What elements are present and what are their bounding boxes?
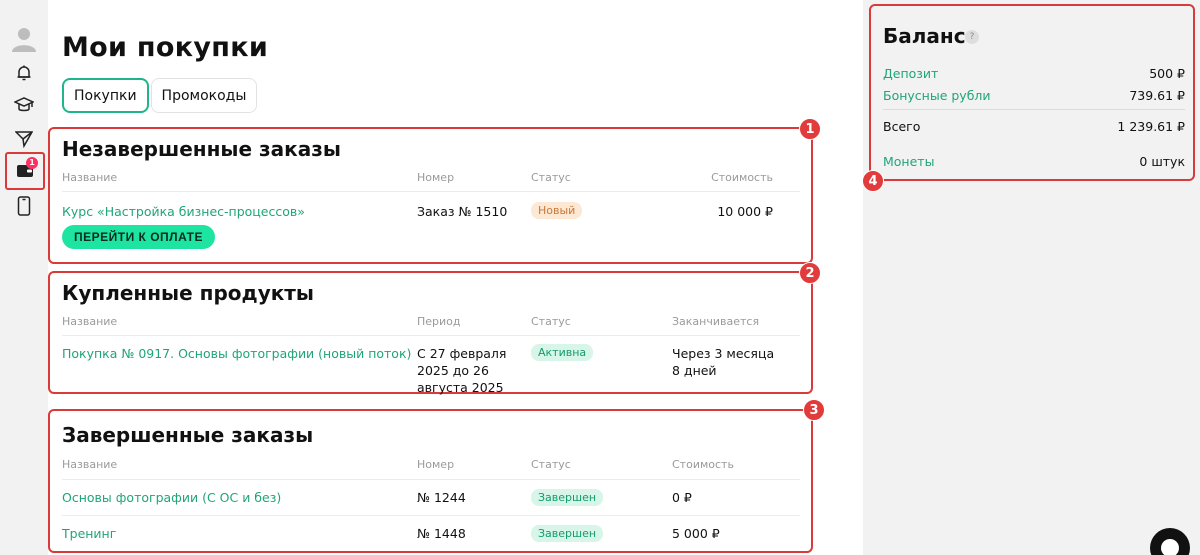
column-header-period: Период: [417, 315, 461, 328]
balance-divider: [883, 109, 1185, 110]
help-icon[interactable]: ?: [965, 30, 979, 44]
column-header-cost: Стоимость: [711, 171, 773, 184]
column-header-number: Номер: [417, 458, 455, 471]
sidebar-item-messages[interactable]: [0, 122, 48, 156]
status-badge: Новый: [531, 202, 583, 219]
deposit-link[interactable]: Депозит: [883, 66, 938, 81]
notification-badge: 1: [26, 157, 38, 169]
column-header-number: Номер: [417, 171, 455, 184]
unfinished-orders-section: Незавершенные заказы Название Номер Стат…: [48, 127, 813, 264]
section-title: Завершенные заказы: [62, 423, 314, 447]
section-title: Купленные продукты: [62, 281, 314, 305]
order-number: № 1448: [417, 526, 466, 541]
period-line: С 27 февраля: [417, 346, 507, 361]
sidebar: 1: [0, 0, 48, 555]
go-to-payment-button[interactable]: ПЕРЕЙТИ К ОПЛАТЕ: [62, 225, 215, 249]
order-number: Заказ № 1510: [417, 204, 508, 219]
column-header-cost: Стоимость: [672, 458, 734, 471]
row-divider: [62, 479, 800, 480]
row-divider: [62, 335, 800, 336]
row-divider: [62, 191, 800, 192]
column-header-status: Статус: [531, 171, 571, 184]
sidebar-avatar[interactable]: [0, 21, 48, 55]
status-badge: Активна: [531, 344, 594, 361]
order-name-link[interactable]: Основы фотографии (С ОС и без): [62, 489, 281, 506]
coins-link[interactable]: Монеты: [883, 154, 934, 169]
page-title: Мои покупки: [62, 32, 269, 63]
annotation-marker-4: 4: [862, 170, 884, 192]
column-header-name: Название: [62, 315, 118, 328]
period-line: августа 2025: [417, 380, 504, 395]
column-header-name: Название: [62, 458, 118, 471]
column-header-status: Статус: [531, 315, 571, 328]
balance-title: Баланс: [883, 24, 966, 48]
order-name-link[interactable]: Тренинг: [62, 525, 116, 542]
order-number: № 1244: [417, 490, 466, 505]
sidebar-item-mobile[interactable]: [0, 189, 48, 223]
completed-orders-section: Завершенные заказы Название Номер Статус…: [48, 409, 813, 553]
tabs: Покупки Промокоды: [62, 78, 258, 113]
total-label: Всего: [883, 119, 921, 134]
total-value: 1 239.61 ₽: [1117, 119, 1185, 134]
row-divider: [62, 515, 800, 516]
send-icon: [15, 131, 33, 148]
order-name-link[interactable]: Курс «Настройка бизнес-процессов»: [62, 203, 305, 220]
column-header-name: Название: [62, 171, 118, 184]
status-badge: Завершен: [531, 525, 604, 542]
section-title: Незавершенные заказы: [62, 137, 341, 161]
avatar-icon: [12, 28, 36, 52]
tab-purchases[interactable]: Покупки: [62, 78, 149, 113]
bonus-value: 739.61 ₽: [1129, 88, 1185, 103]
product-name-link[interactable]: Покупка № 0917. Основы фотографии (новый…: [62, 345, 411, 362]
tab-promocodes[interactable]: Промокоды: [150, 78, 258, 113]
order-cost: 5 000 ₽: [672, 526, 720, 541]
phone-icon: [17, 196, 31, 216]
order-cost: 10 000 ₽: [717, 204, 773, 219]
annotation-marker-3: 3: [803, 399, 825, 421]
period-line: 2025 до 26: [417, 363, 489, 378]
balance-card: Баланс ? Депозит 500 ₽ Бонусные рубли 73…: [869, 4, 1195, 181]
ends-line: 8 дней: [672, 363, 717, 378]
column-header-status: Статус: [531, 458, 571, 471]
bell-icon: [17, 65, 31, 81]
sidebar-item-courses[interactable]: [0, 88, 48, 122]
deposit-value: 500 ₽: [1149, 66, 1185, 81]
column-header-ends: Заканчивается: [672, 315, 760, 328]
annotation-marker-1: 1: [799, 118, 821, 140]
sidebar-item-purchases[interactable]: 1: [5, 152, 45, 190]
product-period: С 27 февраля 2025 до 26 августа 2025: [417, 345, 506, 396]
coins-value: 0 штук: [1139, 154, 1185, 169]
purchased-products-section: Купленные продукты Название Период Стату…: [48, 271, 813, 396]
ends-line: Через 3 месяца: [672, 346, 775, 361]
status-badge: Завершен: [531, 489, 604, 506]
bonus-link[interactable]: Бонусные рубли: [883, 88, 991, 103]
annotation-marker-2: 2: [799, 262, 821, 284]
product-ends: Через 3 месяца 8 дней: [672, 345, 774, 379]
sidebar-item-notifications[interactable]: [0, 56, 48, 90]
graduation-cap-icon: [14, 97, 34, 112]
order-cost: 0 ₽: [672, 490, 692, 505]
